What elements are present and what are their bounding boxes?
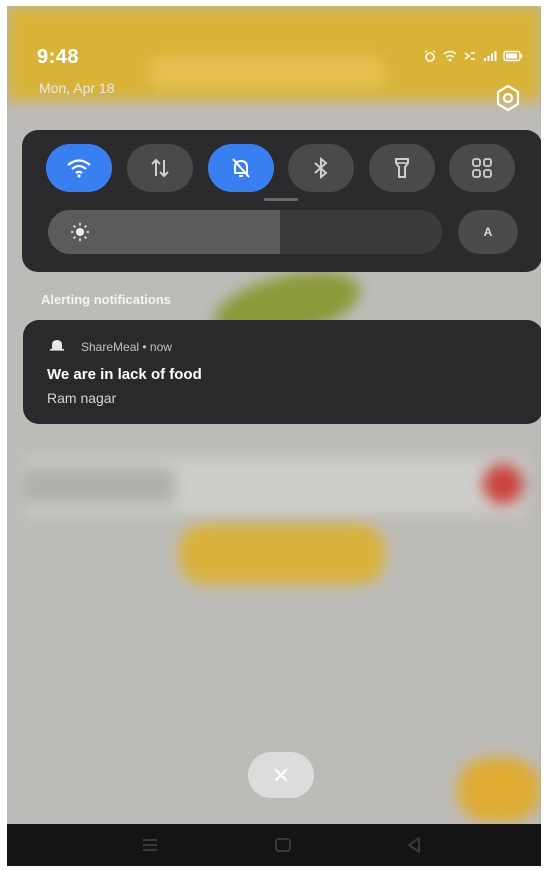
tile-bluetooth[interactable]: [288, 144, 354, 192]
notification-card[interactable]: ShareMeal • now We are in lack of food R…: [23, 320, 541, 424]
settings-gear-icon[interactable]: [494, 84, 522, 112]
clear-notifications-button[interactable]: [248, 752, 314, 798]
battery-icon: [503, 50, 523, 62]
recents-menu-icon[interactable]: [140, 835, 160, 855]
background-app-location-icon: [483, 464, 523, 504]
status-icons: [423, 50, 523, 62]
auto-brightness-button[interactable]: A: [458, 210, 518, 254]
background-app-fab: [457, 758, 541, 822]
volte-icon: [464, 52, 475, 60]
background-app-input-text: [25, 468, 175, 504]
back-icon[interactable]: [404, 835, 424, 855]
tile-mobile-data[interactable]: [127, 144, 193, 192]
tile-do-not-disturb[interactable]: [208, 144, 274, 192]
mobile-data-icon: [151, 158, 169, 178]
tile-flashlight[interactable]: [369, 144, 435, 192]
close-icon: [274, 768, 288, 782]
alarm-icon: [424, 50, 436, 62]
app-bell-icon: [50, 340, 64, 351]
tile-more[interactable]: [449, 144, 515, 192]
brightness-icon: [71, 223, 89, 241]
notification-body: Ram nagar: [47, 390, 117, 406]
notification-app-line: ShareMeal • now: [81, 340, 172, 354]
tile-wifi[interactable]: [46, 144, 112, 192]
phone-screen: 9:48 Mon, Apr 18 A Alerting notification…: [7, 6, 541, 866]
wifi-icon: [443, 50, 457, 62]
grid-icon: [472, 158, 492, 178]
status-time: 9:48: [37, 46, 80, 68]
notification-separator: •: [142, 340, 150, 354]
notification-title: We are in lack of food: [47, 366, 202, 383]
alerting-notifications-header: Alerting notifications: [41, 292, 171, 307]
panel-expand-handle[interactable]: [264, 198, 298, 201]
bluetooth-icon: [314, 156, 328, 180]
brightness-slider[interactable]: [48, 210, 442, 254]
navigation-bar: [7, 824, 541, 866]
signal-icon: [484, 51, 497, 61]
flashlight-icon: [395, 158, 409, 178]
background-app-title-pill: [147, 56, 387, 90]
background-app-button: [179, 524, 385, 584]
status-date: Mon, Apr 18: [39, 80, 115, 96]
notification-app-name: ShareMeal: [81, 340, 140, 354]
wifi-icon: [67, 159, 91, 178]
bell-off-icon: [232, 158, 250, 178]
notification-time: now: [149, 340, 172, 354]
quick-settings-panel: A: [22, 130, 541, 272]
home-icon[interactable]: [273, 835, 293, 855]
